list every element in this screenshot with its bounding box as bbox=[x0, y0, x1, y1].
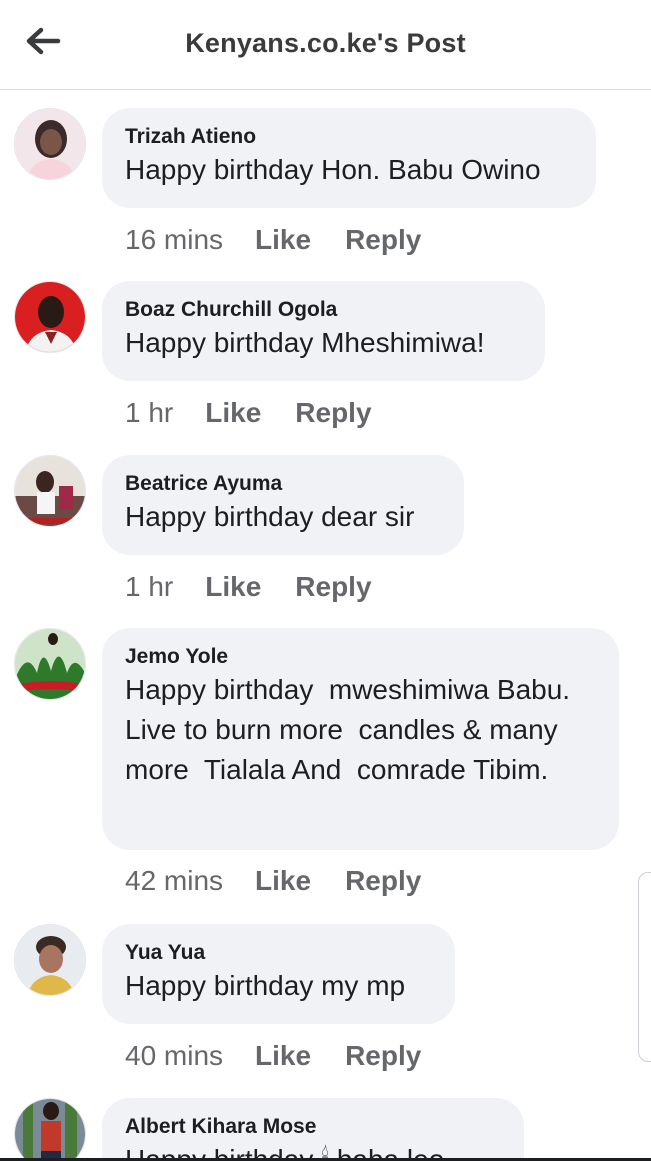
comment-bubble: Albert Kihara Mose Happy birthday 🕯 baba… bbox=[102, 1098, 524, 1158]
like-button[interactable]: Like bbox=[255, 865, 311, 896]
comment-actions: 16 mins Like Reply bbox=[125, 223, 421, 257]
comment-author[interactable]: Beatrice Ayuma bbox=[125, 471, 440, 497]
comment-text: Happy birthday Mheshimiwa! bbox=[125, 327, 485, 358]
reply-button[interactable]: Reply bbox=[345, 224, 421, 255]
avatar[interactable] bbox=[14, 628, 86, 700]
chat-heads-handle[interactable] bbox=[638, 872, 651, 1062]
comment-time[interactable]: 1 hr bbox=[125, 571, 173, 602]
avatar[interactable] bbox=[14, 455, 86, 527]
reply-button[interactable]: Reply bbox=[295, 571, 371, 602]
comment-time[interactable]: 40 mins bbox=[125, 1040, 223, 1071]
like-button[interactable]: Like bbox=[255, 1040, 311, 1071]
reply-button[interactable]: Reply bbox=[345, 1040, 421, 1071]
comment-text: Happy birthday Hon. Babu Owino bbox=[125, 154, 541, 185]
app-header: Kenyans.co.ke's Post bbox=[0, 0, 651, 90]
comment-bubble: Yua Yua Happy birthday my mp bbox=[102, 924, 455, 1024]
comment-text: Happy birthday my mp bbox=[125, 970, 406, 1001]
page-title: Kenyans.co.ke's Post bbox=[185, 28, 466, 58]
comment-actions: 1 hr Like Reply bbox=[125, 396, 372, 430]
comment-time[interactable]: 42 mins bbox=[125, 865, 223, 896]
avatar[interactable] bbox=[14, 1098, 86, 1158]
like-button[interactable]: Like bbox=[255, 224, 311, 255]
comment-author[interactable]: Boaz Churchill Ogola bbox=[125, 297, 521, 323]
avatar[interactable] bbox=[14, 924, 86, 996]
comment-actions: 40 mins Like Reply bbox=[125, 1039, 421, 1073]
reply-button[interactable]: Reply bbox=[345, 865, 421, 896]
comment-text: Happy birthday dear sir bbox=[125, 501, 415, 532]
avatar[interactable] bbox=[14, 108, 86, 180]
comment-bubble: Trizah Atieno Happy birthday Hon. Babu O… bbox=[102, 108, 596, 208]
comment-actions: 1 hr Like Reply bbox=[125, 570, 372, 604]
comment-bubble: Boaz Churchill Ogola Happy birthday Mhes… bbox=[102, 281, 545, 381]
comment-text: Happy birthday 🕯 baba leo bbox=[125, 1140, 500, 1158]
comment-text: Happy birthday mweshimiwa Babu. Live to … bbox=[125, 674, 578, 785]
comment-author[interactable]: Yua Yua bbox=[125, 940, 431, 966]
avatar[interactable] bbox=[14, 281, 86, 353]
comment-time[interactable]: 1 hr bbox=[125, 397, 173, 428]
comment-bubble: Jemo Yole Happy birthday mweshimiwa Babu… bbox=[102, 628, 619, 850]
comment-author[interactable]: Albert Kihara Mose bbox=[125, 1114, 500, 1140]
comment-list[interactable]: Trizah Atieno Happy birthday Hon. Babu O… bbox=[0, 90, 651, 1158]
comment-actions: 42 mins Like Reply bbox=[125, 864, 421, 898]
comment-time[interactable]: 16 mins bbox=[125, 224, 223, 255]
comment-author[interactable]: Jemo Yole bbox=[125, 644, 595, 670]
like-button[interactable]: Like bbox=[205, 571, 261, 602]
reply-button[interactable]: Reply bbox=[295, 397, 371, 428]
comment-author[interactable]: Trizah Atieno bbox=[125, 124, 572, 150]
comment-bubble: Beatrice Ayuma Happy birthday dear sir bbox=[102, 455, 464, 555]
like-button[interactable]: Like bbox=[205, 397, 261, 428]
